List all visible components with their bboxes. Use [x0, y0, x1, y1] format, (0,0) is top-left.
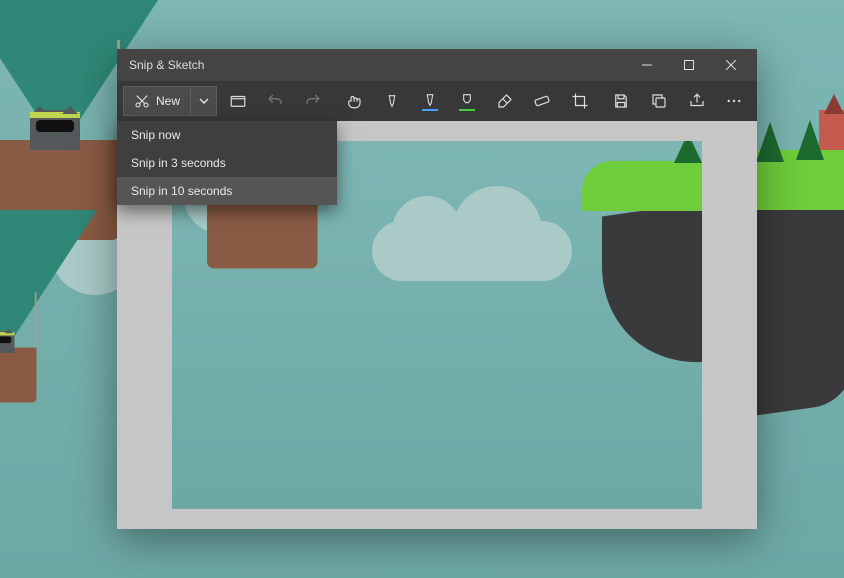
ruler-button[interactable]	[526, 86, 560, 116]
redo-button[interactable]	[296, 86, 330, 116]
share-button[interactable]	[680, 86, 714, 116]
pencil-icon	[422, 92, 438, 111]
undo-button[interactable]	[259, 86, 293, 116]
eraser-button[interactable]	[488, 86, 522, 116]
maximize-button[interactable]	[675, 51, 703, 79]
new-snip-dropdown-button[interactable]	[190, 87, 216, 115]
new-snip-split-button[interactable]: New	[123, 86, 217, 116]
snip-and-sketch-window: Snip & Sketch New	[117, 49, 757, 529]
close-button[interactable]	[717, 51, 745, 79]
bg-balloon-small	[0, 210, 97, 353]
new-snip-dropdown-menu: Snip now Snip in 3 seconds Snip in 10 se…	[117, 121, 337, 205]
save-button[interactable]	[605, 86, 639, 116]
open-file-button[interactable]	[221, 86, 255, 116]
menu-item-snip-3s[interactable]: Snip in 3 seconds	[117, 149, 337, 177]
canvas-illustration	[582, 161, 702, 361]
ballpoint-pen-button[interactable]	[375, 86, 409, 116]
touch-writing-button[interactable]	[338, 86, 372, 116]
new-snip-label: New	[156, 94, 180, 108]
title-bar[interactable]: Snip & Sketch	[117, 49, 757, 81]
new-snip-button[interactable]: New	[124, 87, 190, 115]
canvas-illustration	[372, 221, 572, 281]
more-button[interactable]	[717, 86, 751, 116]
snip-icon	[134, 93, 150, 109]
window-title: Snip & Sketch	[129, 58, 204, 72]
chevron-down-icon	[199, 96, 209, 106]
menu-item-snip-now[interactable]: Snip now	[117, 121, 337, 149]
toolbar: New	[117, 81, 757, 121]
pencil-button[interactable]	[413, 86, 447, 116]
highlighter-button[interactable]	[450, 86, 484, 116]
crop-button[interactable]	[563, 86, 597, 116]
copy-button[interactable]	[642, 86, 676, 116]
highlighter-icon	[459, 92, 475, 111]
menu-item-snip-10s[interactable]: Snip in 10 seconds	[117, 177, 337, 205]
window-controls	[633, 51, 751, 79]
minimize-button[interactable]	[633, 51, 661, 79]
